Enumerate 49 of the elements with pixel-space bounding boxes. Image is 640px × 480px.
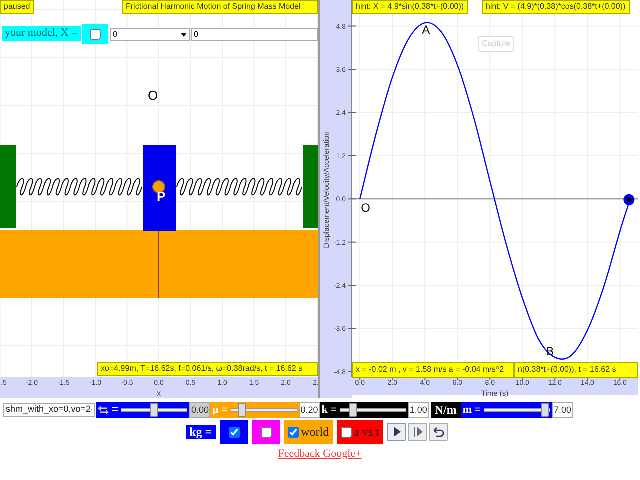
app-title: Frictional Harmonic Motion of Spring Mass Model	[122, 0, 318, 14]
value-field[interactable]: 0.20	[298, 402, 320, 418]
slider-label: μ =	[212, 402, 228, 418]
origin-label: O	[148, 88, 158, 103]
slider-label: k =	[322, 402, 337, 418]
arrows-icon	[98, 406, 109, 414]
reset-button[interactable]	[429, 423, 448, 441]
preset-select[interactable]: shm_with_xo=0,vo=2	[3, 403, 95, 417]
step-icon	[412, 427, 423, 437]
step-button[interactable]	[408, 423, 428, 441]
checkbox[interactable]	[288, 426, 300, 438]
slider-thumb[interactable]	[348, 403, 357, 417]
checkbox-label: a vs t	[354, 424, 380, 441]
slider-thumb[interactable]	[540, 403, 549, 417]
readout-label: xo=4.99m, T=16.62s, f=0.061/s, ω=0.38rad/s, t = 16.62 s	[97, 362, 318, 376]
hint-label: hint: X = 4.9*sin(0.38*t+(0.00))	[352, 0, 468, 14]
play-button[interactable]	[387, 423, 406, 441]
model-label: your model, X =	[2, 26, 81, 41]
slider-label: m =	[462, 402, 482, 418]
point-label: O	[361, 201, 370, 216]
caret-icon	[181, 32, 187, 38]
play-icon	[392, 427, 401, 437]
axis-title: x	[157, 389, 161, 398]
readout-label: x = -0.02 m , v = 1.58 m/s a = -0.04 m/s^2	[352, 362, 514, 378]
value-field[interactable]: 1.00	[408, 402, 429, 418]
value-field[interactable]: 7.00	[552, 402, 574, 418]
slider[interactable]	[484, 403, 550, 417]
unit-label: kg =	[186, 425, 216, 439]
model-input[interactable]: 0	[191, 28, 318, 41]
checkbox[interactable]	[260, 426, 272, 438]
mass-label: P	[157, 189, 166, 204]
checkbox[interactable]	[90, 28, 100, 40]
model-select[interactable]: 0	[110, 28, 190, 41]
hint-label: hint: V = (4.9)*(0.38)*cos(0.38*t+(0.00))	[482, 0, 630, 14]
checkbox[interactable]	[341, 426, 352, 438]
point-label: A	[422, 23, 430, 38]
current-point-marker	[624, 194, 635, 206]
slider-thumb[interactable]	[238, 403, 246, 417]
value-field: 0.00	[189, 402, 210, 418]
status-label: paused	[0, 0, 34, 14]
feedback-link[interactable]: Feedback Google+	[278, 448, 362, 460]
readout-label: n(0.38*t+(0.00)), t = 16.62 s	[514, 362, 638, 378]
slider[interactable]	[340, 403, 406, 417]
slider-label: =	[112, 402, 118, 418]
reset-icon	[434, 427, 444, 437]
unit-label: N/m	[430, 402, 461, 418]
checkbox[interactable]	[228, 426, 240, 438]
checkbox-label: world	[301, 424, 330, 441]
slider[interactable]	[230, 403, 297, 417]
